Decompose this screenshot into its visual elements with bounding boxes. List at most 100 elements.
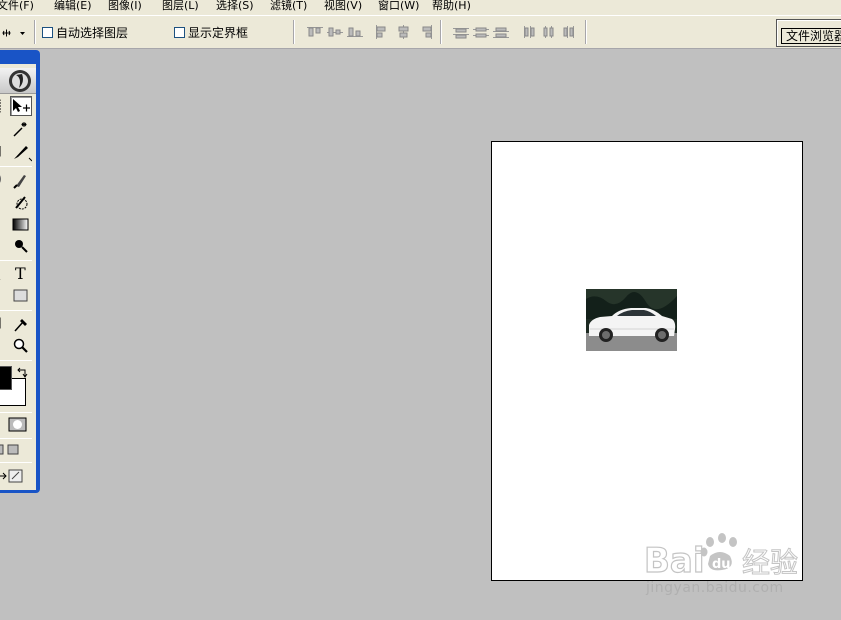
toolbox-header[interactable] <box>0 68 36 94</box>
distribute-left-button[interactable] <box>519 23 539 41</box>
distribute-horizontal-center-icon <box>543 26 554 38</box>
standard-screen-mode-button[interactable] <box>0 442 4 458</box>
healing-brush-tool[interactable] <box>0 170 2 190</box>
menu-filter[interactable]: 滤镜(T) <box>270 0 307 14</box>
watermark: Bai du 经验 jingyan.baidu.com <box>640 528 840 600</box>
notes-tool[interactable] <box>0 314 2 334</box>
standard-mode-icon <box>0 416 2 434</box>
pen-tool[interactable] <box>0 286 2 306</box>
distribute-right-button[interactable] <box>559 23 579 41</box>
align-left-icon <box>376 25 386 39</box>
toolbox-divider <box>0 260 32 261</box>
eraser-icon <box>0 214 2 234</box>
hand-tool[interactable] <box>0 336 2 356</box>
standard-mode-button[interactable] <box>0 416 2 434</box>
toolbox-divider <box>0 310 32 311</box>
file-browser-label: 文件浏览器 <box>781 28 841 44</box>
toolbox-body: T <box>0 64 36 490</box>
swap-arrows-icon <box>17 367 28 378</box>
menu-select[interactable]: 选择(S) <box>216 0 254 14</box>
brush-tool[interactable] <box>10 170 32 190</box>
toolbox-divider <box>0 166 32 167</box>
svg-text:du: du <box>712 557 731 572</box>
blur-tool[interactable] <box>0 236 2 256</box>
menu-window[interactable]: 窗口(W) <box>378 0 419 14</box>
menu-help[interactable]: 帮助(H) <box>432 0 471 14</box>
align-left-button[interactable] <box>372 23 392 41</box>
gradient-tool[interactable] <box>10 214 32 234</box>
menu-view[interactable]: 视图(V) <box>324 0 362 14</box>
distribute-bottom-icon <box>493 27 509 38</box>
slice-tool[interactable] <box>10 142 32 162</box>
stamp-icon <box>0 192 2 212</box>
document-canvas[interactable] <box>491 141 803 581</box>
align-hcenter-button[interactable] <box>394 23 414 41</box>
divider <box>440 20 442 44</box>
distribute-left-icon <box>524 26 535 38</box>
lasso-tool[interactable] <box>0 119 2 139</box>
foreground-color-swatch[interactable] <box>0 366 12 390</box>
clone-stamp-tool[interactable] <box>0 192 2 212</box>
history-brush-tool[interactable] <box>10 192 32 212</box>
dodge-icon <box>15 240 28 253</box>
dodge-tool[interactable] <box>10 236 32 256</box>
auto-select-layer-checkbox[interactable] <box>42 27 53 38</box>
align-vcenter-button[interactable] <box>325 23 345 41</box>
distribute-hcenter-button[interactable] <box>539 23 559 41</box>
crop-tool[interactable] <box>0 142 2 162</box>
quick-mask-mode-button[interactable] <box>8 416 28 434</box>
blur-drop-icon <box>0 236 2 256</box>
divider <box>293 20 295 44</box>
move-tool[interactable] <box>10 96 32 116</box>
bandage-icon <box>0 175 1 183</box>
toolbox-palette: T <box>0 50 40 493</box>
move-arrow-icon <box>13 99 30 112</box>
gradient-icon <box>12 218 29 231</box>
svg-text:经验: 经验 <box>742 546 798 579</box>
quick-mask-icon <box>8 417 27 432</box>
distribute-top-button[interactable] <box>451 23 471 41</box>
rectangle-shape-tool[interactable] <box>10 286 32 306</box>
lasso-icon <box>0 119 2 139</box>
marquee-tool[interactable] <box>0 96 2 116</box>
marquee-icon <box>0 99 1 113</box>
align-top-button[interactable] <box>305 23 325 41</box>
hand-icon <box>0 336 2 356</box>
menu-bar: 文件(F) 编辑(E) 图像(I) 图层(L) 选择(S) 滤镜(T) 视图(V… <box>0 0 841 15</box>
magic-wand-tool[interactable] <box>10 119 32 139</box>
slice-knife-icon <box>14 146 32 162</box>
toolbox-divider <box>0 462 32 463</box>
swap-colors-button[interactable] <box>16 367 30 379</box>
options-bar: 自动选择图层 显示定界框 文件浏览器 <box>0 15 841 49</box>
rectangle-icon <box>13 289 28 302</box>
magic-wand-icon <box>13 122 27 137</box>
align-right-icon <box>422 25 432 39</box>
menu-file[interactable]: 文件(F) <box>0 0 34 14</box>
divider <box>34 20 36 44</box>
path-selection-tool[interactable] <box>0 264 2 284</box>
path-arrow-icon <box>0 279 1 280</box>
menu-edit[interactable]: 编辑(E) <box>54 0 92 14</box>
show-bounding-box-checkbox[interactable] <box>174 27 185 38</box>
align-horizontal-center-icon <box>398 25 409 39</box>
svg-text:Bai: Bai <box>644 541 705 580</box>
zoom-tool[interactable] <box>10 336 32 356</box>
full-screen-mode-button[interactable] <box>7 442 19 458</box>
distribute-vcenter-button[interactable] <box>471 23 491 41</box>
paintbrush-icon <box>13 175 26 189</box>
file-browser-tab[interactable]: 文件浏览器 <box>776 19 841 47</box>
eyedropper-tool[interactable] <box>10 314 32 334</box>
screen-mode-icon <box>0 444 4 455</box>
align-bottom-button[interactable] <box>345 23 365 41</box>
tool-preset-picker[interactable] <box>0 24 30 42</box>
type-tool[interactable]: T <box>10 264 32 284</box>
menu-image[interactable]: 图像(I) <box>108 0 142 14</box>
car-photo <box>586 289 677 351</box>
divider <box>585 20 587 44</box>
show-bounding-box-label: 显示定界框 <box>188 26 249 40</box>
jump-to-imageready-button[interactable] <box>0 466 28 486</box>
eraser-tool[interactable] <box>0 214 2 234</box>
align-right-button[interactable] <box>416 23 436 41</box>
menu-layer[interactable]: 图层(L) <box>162 0 199 14</box>
distribute-bottom-button[interactable] <box>491 23 511 41</box>
